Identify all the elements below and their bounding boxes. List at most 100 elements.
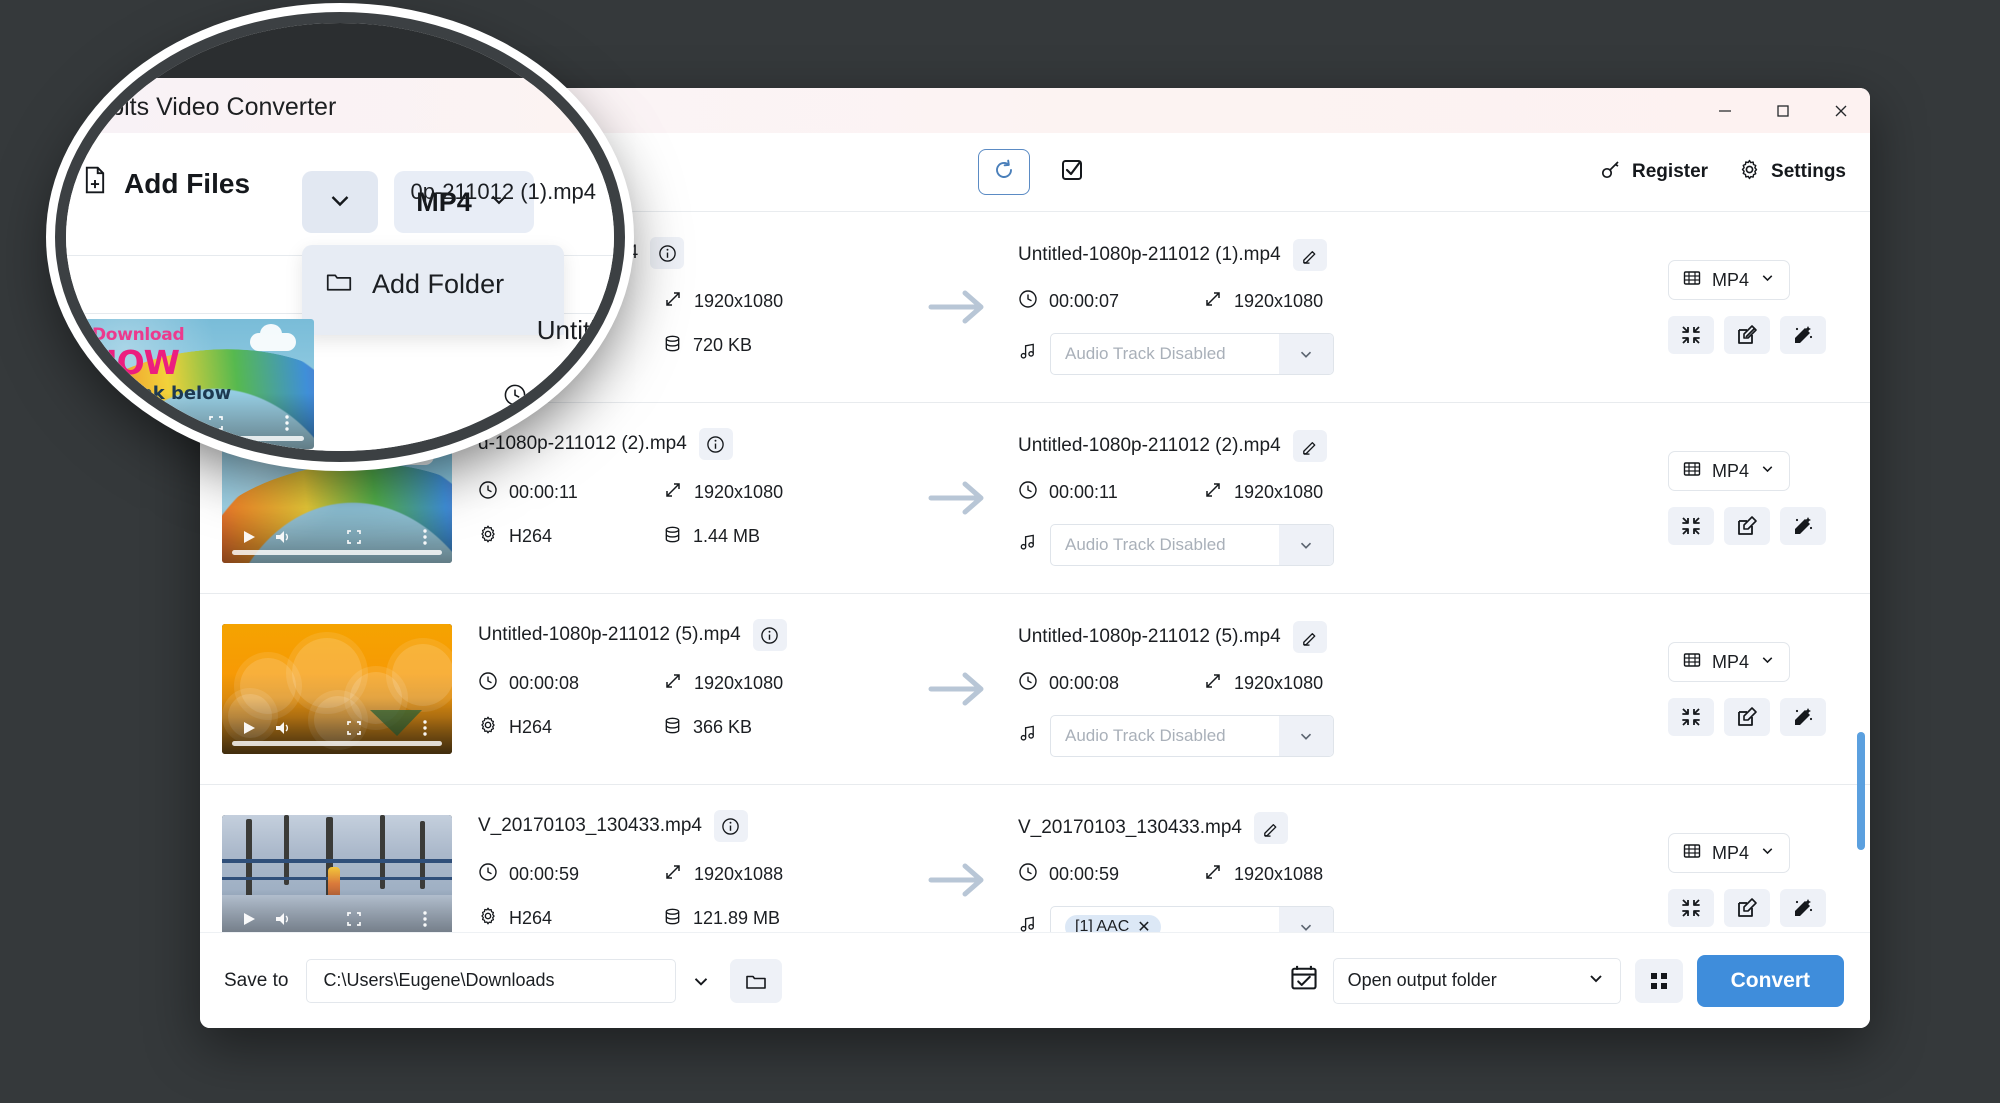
video-thumbnail[interactable] bbox=[222, 815, 452, 932]
rename-button[interactable] bbox=[1292, 621, 1327, 653]
chevron-down-icon[interactable] bbox=[1279, 334, 1333, 374]
play-icon[interactable] bbox=[232, 720, 266, 736]
key-icon bbox=[1600, 158, 1622, 186]
enhance-button[interactable] bbox=[1780, 316, 1826, 354]
register-label: Register bbox=[1632, 161, 1709, 182]
resize-icon bbox=[663, 862, 683, 887]
compress-button[interactable] bbox=[1668, 698, 1714, 736]
edit-button[interactable] bbox=[1724, 889, 1770, 927]
progress-bar[interactable] bbox=[94, 436, 304, 441]
more-options-icon[interactable] bbox=[408, 910, 442, 928]
file-info-button[interactable] bbox=[713, 810, 748, 842]
play-icon[interactable] bbox=[232, 911, 266, 927]
scrollbar-thumb[interactable] bbox=[1857, 732, 1865, 850]
chevron-down-icon[interactable] bbox=[1279, 907, 1333, 932]
table-row[interactable]: Untitled-1080p-211012 (5).mp4 00:00:08 1… bbox=[200, 594, 1870, 785]
edit-button[interactable] bbox=[1724, 507, 1770, 545]
audio-track-select[interactable]: Audio Track Disabled bbox=[1050, 524, 1334, 566]
play-icon[interactable] bbox=[94, 415, 128, 431]
lens-video-thumbnail[interactable]: Download NOW g a link below bbox=[84, 319, 314, 449]
clock-icon bbox=[478, 862, 498, 887]
merge-button[interactable] bbox=[1634, 958, 1683, 1003]
file-info-button[interactable] bbox=[698, 428, 733, 460]
row-action-buttons bbox=[1668, 316, 1826, 354]
lens-clock-text: d-1080 bbox=[535, 385, 604, 410]
scrollbar[interactable] bbox=[1857, 212, 1865, 932]
audio-track-select[interactable]: Audio Track Disabled bbox=[1050, 715, 1334, 757]
file-info-button[interactable] bbox=[752, 619, 787, 651]
row-format-selector[interactable]: MP4 bbox=[1668, 642, 1791, 682]
table-row[interactable]: V_20170103_130433.mp4 00:00:59 1920x1088… bbox=[200, 785, 1870, 932]
edit-button[interactable] bbox=[1724, 698, 1770, 736]
more-options-icon[interactable] bbox=[270, 414, 304, 432]
rename-button[interactable] bbox=[1292, 430, 1327, 462]
fullscreen-icon[interactable] bbox=[337, 911, 371, 927]
music-note-icon bbox=[1018, 915, 1037, 932]
refresh-button[interactable] bbox=[978, 149, 1030, 195]
output-action-select[interactable]: Open output folder bbox=[1332, 957, 1621, 1004]
output-name-line: Untitled-1080p-211012 (1).mp4 bbox=[1018, 239, 1644, 271]
resize-icon bbox=[663, 289, 683, 314]
thumbnail-player-controls[interactable] bbox=[84, 397, 314, 449]
volume-icon[interactable] bbox=[266, 720, 300, 736]
fullscreen-icon[interactable] bbox=[337, 720, 371, 736]
enhance-button[interactable] bbox=[1780, 698, 1826, 736]
convert-button[interactable]: Convert bbox=[1696, 954, 1844, 1007]
more-options-icon[interactable] bbox=[408, 528, 442, 546]
fullscreen-icon[interactable] bbox=[337, 529, 371, 545]
select-all-button[interactable] bbox=[1052, 152, 1092, 192]
browse-folder-button[interactable] bbox=[730, 958, 783, 1003]
close-button[interactable] bbox=[1812, 88, 1870, 133]
fullscreen-icon[interactable] bbox=[199, 415, 233, 431]
compress-button[interactable] bbox=[1668, 507, 1714, 545]
volume-icon[interactable] bbox=[266, 529, 300, 545]
enhance-button[interactable] bbox=[1780, 889, 1826, 927]
progress-bar[interactable] bbox=[232, 741, 442, 746]
more-options-icon[interactable] bbox=[408, 719, 442, 737]
source-size: 366 KB bbox=[663, 716, 752, 740]
progress-bar[interactable] bbox=[232, 550, 442, 555]
thumbnail-player-controls[interactable] bbox=[222, 893, 452, 932]
audio-track-select[interactable]: Audio Track Disabled bbox=[1050, 333, 1334, 375]
lens-add-files-button[interactable]: Add Files bbox=[80, 165, 250, 202]
enhance-button[interactable] bbox=[1780, 507, 1826, 545]
convert-label: Convert bbox=[1730, 968, 1810, 992]
chevron-down-icon bbox=[1759, 269, 1776, 291]
database-icon bbox=[663, 525, 682, 549]
folder-icon bbox=[324, 266, 354, 303]
video-thumbnail[interactable] bbox=[222, 624, 452, 754]
row-format-selector[interactable]: MP4 bbox=[1668, 260, 1791, 300]
save-path-input[interactable]: C:\Users\Eugene\Downloads bbox=[306, 958, 677, 1003]
row-format-selector[interactable]: MP4 bbox=[1668, 451, 1791, 491]
chevron-down-icon[interactable] bbox=[1279, 716, 1333, 756]
thumbnail-player-controls[interactable] bbox=[222, 702, 452, 754]
minimize-button[interactable] bbox=[1696, 88, 1754, 133]
output-name-line: V_20170103_130433.mp4 bbox=[1018, 812, 1644, 844]
save-path-dropdown[interactable] bbox=[676, 959, 726, 1003]
audio-track-value: Audio Track Disabled bbox=[1065, 726, 1226, 745]
audio-track-value: Audio Track Disabled bbox=[1065, 344, 1226, 363]
rename-button[interactable] bbox=[1292, 239, 1327, 271]
thumbnail-player-controls[interactable] bbox=[222, 511, 452, 563]
resize-icon bbox=[663, 671, 683, 696]
play-icon[interactable] bbox=[232, 529, 266, 545]
rename-button[interactable] bbox=[1253, 812, 1288, 844]
compress-button[interactable] bbox=[1668, 316, 1714, 354]
source-codec: H264 bbox=[478, 524, 663, 549]
settings-button[interactable]: Settings bbox=[1738, 158, 1846, 187]
volume-icon[interactable] bbox=[128, 415, 162, 431]
schedule-icon[interactable] bbox=[1289, 963, 1319, 998]
menu-item-add-folder[interactable]: Add Folder bbox=[324, 266, 504, 303]
edit-button[interactable] bbox=[1724, 316, 1770, 354]
row-format-selector[interactable]: MP4 bbox=[1668, 833, 1791, 873]
audio-track-select[interactable]: [1] AAC ✕ bbox=[1050, 906, 1334, 932]
close-icon[interactable]: ✕ bbox=[1137, 917, 1150, 932]
file-info-button[interactable] bbox=[650, 237, 685, 269]
volume-icon[interactable] bbox=[266, 911, 300, 927]
register-button[interactable]: Register bbox=[1600, 158, 1708, 186]
lens-add-files-dropdown-toggle[interactable] bbox=[302, 171, 378, 233]
row-format-label: MP4 bbox=[1712, 651, 1750, 672]
maximize-button[interactable] bbox=[1754, 88, 1812, 133]
compress-button[interactable] bbox=[1668, 889, 1714, 927]
chevron-down-icon[interactable] bbox=[1279, 525, 1333, 565]
